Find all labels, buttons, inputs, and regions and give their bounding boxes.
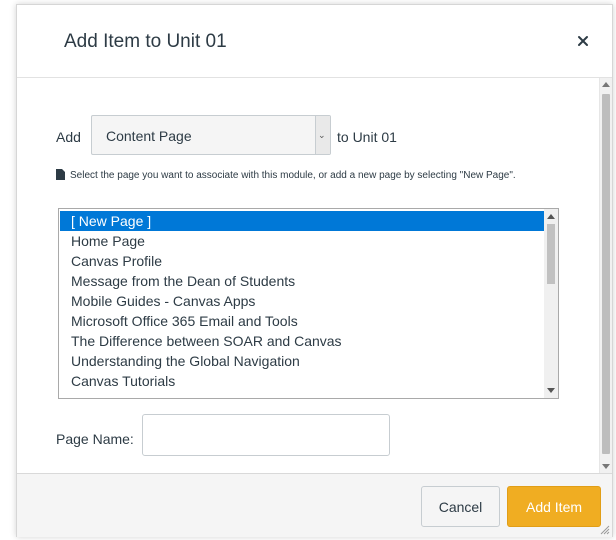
resize-grip-icon[interactable] xyxy=(600,525,610,535)
to-unit-label: to Unit 01 xyxy=(337,129,397,145)
scroll-thumb[interactable] xyxy=(547,224,555,284)
page-list-item[interactable]: The Difference between SOAR and Canvas xyxy=(60,331,544,351)
page-select-hint-text: Select the page you want to associate wi… xyxy=(70,170,516,181)
page-name-label: Page Name: xyxy=(56,431,134,447)
page-list-item[interactable]: [ New Page ] xyxy=(60,211,544,231)
dialog-scrollbar[interactable] xyxy=(599,78,612,473)
page-list-item[interactable]: Home Page xyxy=(60,231,544,251)
page-listbox[interactable]: [ New Page ] Home Page Canvas Profile Messa… xyxy=(58,208,559,399)
dialog-body: Add Content Page ⌄ to Unit 01 Select the… xyxy=(17,78,599,473)
add-item-dialog: Add Item to Unit 01 Add Content Page ⌄ t… xyxy=(16,4,613,537)
document-icon xyxy=(56,169,65,180)
dialog-scroll-up-icon[interactable] xyxy=(602,82,610,87)
scroll-down-icon[interactable] xyxy=(547,388,555,393)
close-button[interactable] xyxy=(575,33,591,49)
page-name-input[interactable] xyxy=(142,414,390,456)
dialog-header: Add Item to Unit 01 xyxy=(17,5,612,78)
chevron-down-icon: ⌄ xyxy=(318,130,326,140)
page-list-items: [ New Page ] Home Page Canvas Profile Messa… xyxy=(60,211,544,391)
close-icon xyxy=(578,36,588,46)
cancel-button[interactable]: Cancel xyxy=(421,486,500,527)
page-select-hint: Select the page you want to associate wi… xyxy=(56,168,576,183)
dialog-footer: Cancel Add Item xyxy=(17,473,612,537)
add-item-button[interactable]: Add Item xyxy=(507,486,601,527)
add-label: Add xyxy=(56,129,81,145)
item-type-select[interactable]: Content Page ⌄ xyxy=(91,115,331,155)
page-list-item[interactable]: Microsoft Office 365 Email and Tools xyxy=(60,311,544,331)
dialog-scroll-thumb[interactable] xyxy=(602,94,610,454)
item-type-dropdown-toggle[interactable]: ⌄ xyxy=(315,116,330,154)
dialog-title: Add Item to Unit 01 xyxy=(64,31,227,52)
scroll-up-icon[interactable] xyxy=(547,214,555,219)
page-list-item[interactable]: Canvas Tutorials xyxy=(60,371,544,391)
page-list-item[interactable]: Canvas Profile xyxy=(60,251,544,271)
page-list-item[interactable]: Message from the Dean of Students xyxy=(60,271,544,291)
page-list-item[interactable]: Mobile Guides - Canvas Apps xyxy=(60,291,544,311)
page-list-item[interactable]: Understanding the Global Navigation xyxy=(60,351,544,371)
page-list-scrollbar[interactable] xyxy=(544,209,558,398)
item-type-value: Content Page xyxy=(106,128,192,144)
dialog-scroll-down-icon[interactable] xyxy=(602,464,610,469)
